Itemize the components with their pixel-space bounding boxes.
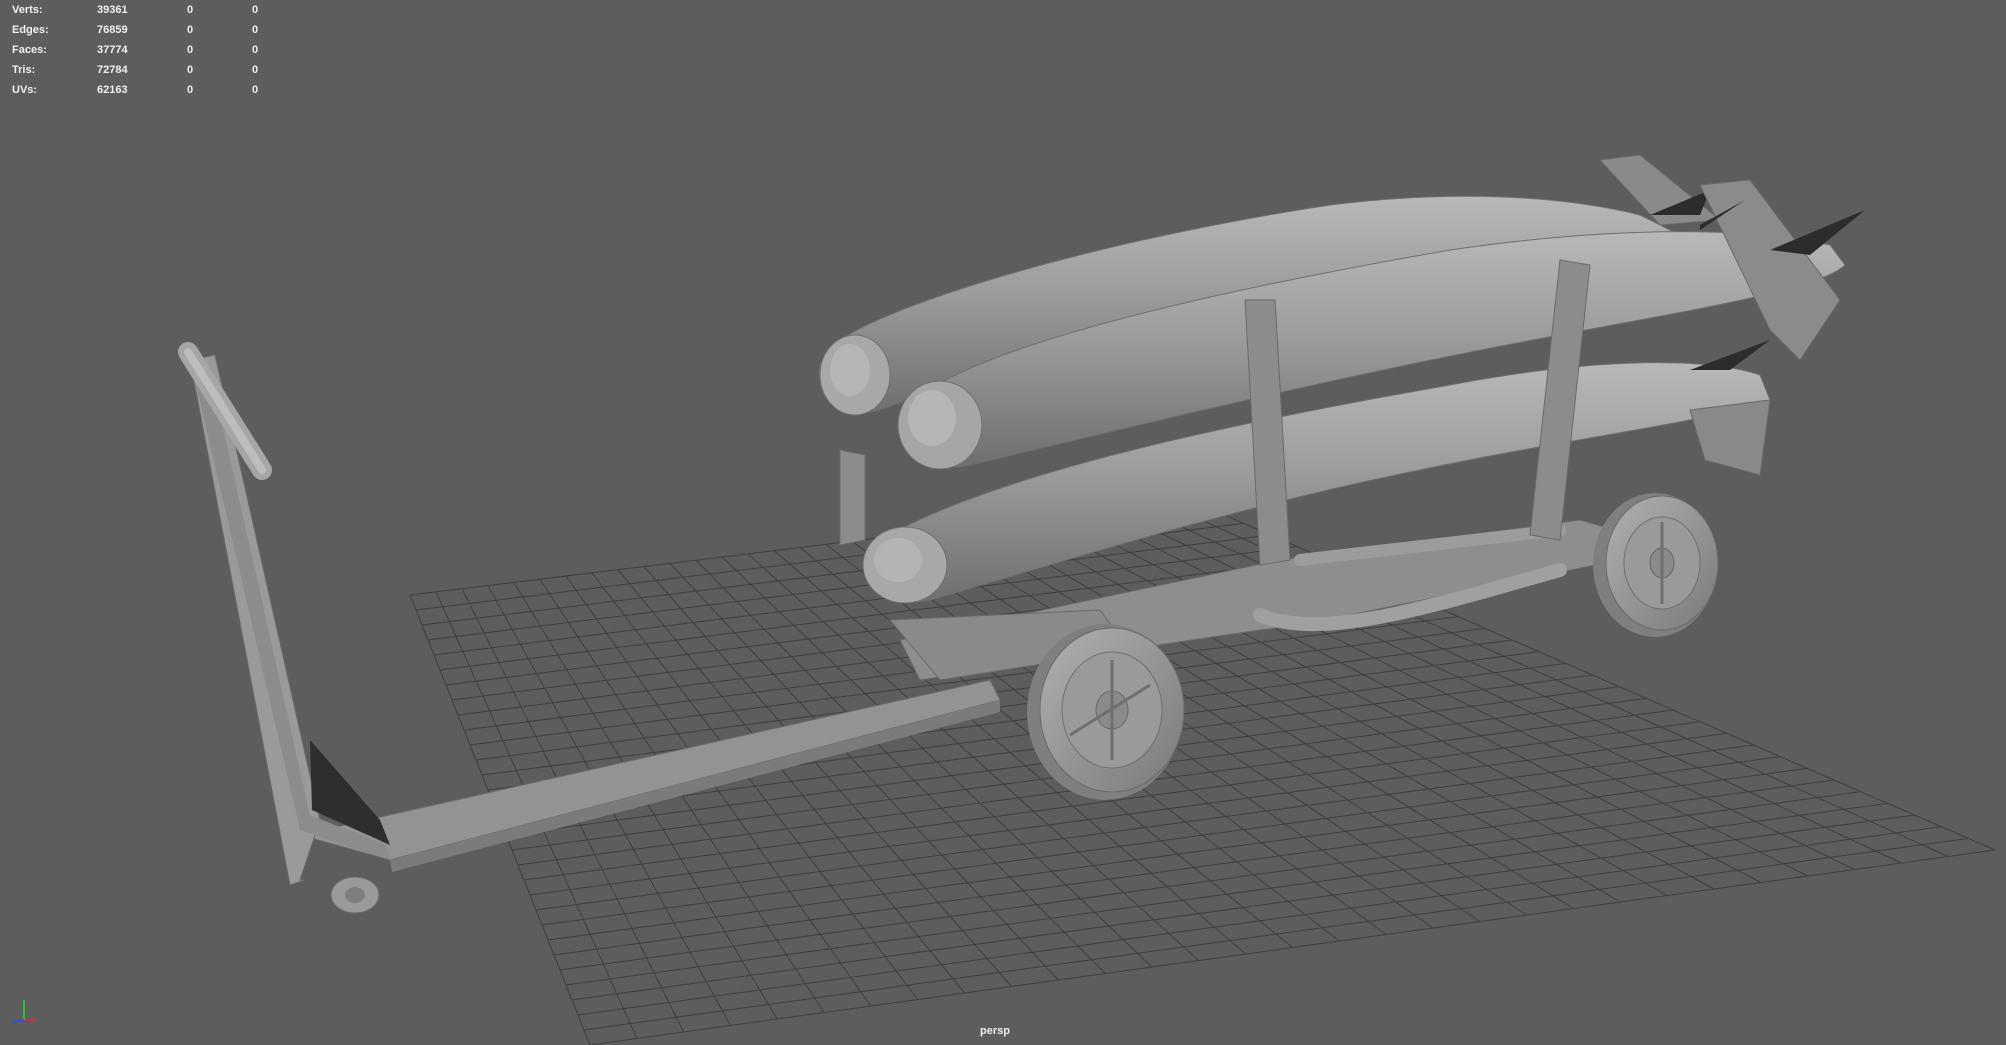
hud-value: 76859 bbox=[97, 24, 128, 36]
hud-value: 0 bbox=[252, 24, 259, 36]
tow-bar bbox=[299, 679, 1001, 861]
hud-value: 0 bbox=[252, 84, 259, 96]
hud-label: Tris: bbox=[12, 64, 36, 76]
rear-wheel bbox=[1593, 493, 1719, 637]
bomb-trolley-model[interactable] bbox=[178, 154, 1865, 914]
hud-value: 62163 bbox=[97, 84, 128, 96]
axis-gizmo-icon bbox=[11, 1000, 36, 1023]
hud-value: 72784 bbox=[97, 64, 128, 76]
hud-value: 0 bbox=[187, 24, 194, 36]
front-wheel bbox=[1027, 624, 1185, 800]
hud-value: 0 bbox=[187, 64, 194, 76]
hud-label: UVs: bbox=[12, 84, 38, 96]
hud-label: Faces: bbox=[12, 44, 47, 56]
hud-value: 0 bbox=[187, 84, 194, 96]
hud-value: 0 bbox=[187, 4, 194, 16]
hud-label: Verts: bbox=[12, 4, 43, 16]
hud-label: Edges: bbox=[12, 24, 49, 36]
hud-value: 37774 bbox=[97, 44, 128, 56]
hud-value: 0 bbox=[252, 4, 259, 16]
tow-bar-side bbox=[390, 700, 1000, 872]
hud-value: 0 bbox=[187, 44, 194, 56]
scene-canvas[interactable] bbox=[0, 0, 2006, 1045]
hud-value: 0 bbox=[252, 64, 259, 76]
hud-value: 39361 bbox=[97, 4, 128, 16]
tow-handle-frame bbox=[195, 370, 390, 860]
support-strap bbox=[839, 449, 866, 546]
hud-value: 0 bbox=[252, 44, 259, 56]
camera-name-label: persp bbox=[980, 1025, 1010, 1037]
3d-viewport[interactable]: Verts: 39361 0 0 Edges: 76859 0 0 Faces:… bbox=[0, 0, 2006, 1045]
